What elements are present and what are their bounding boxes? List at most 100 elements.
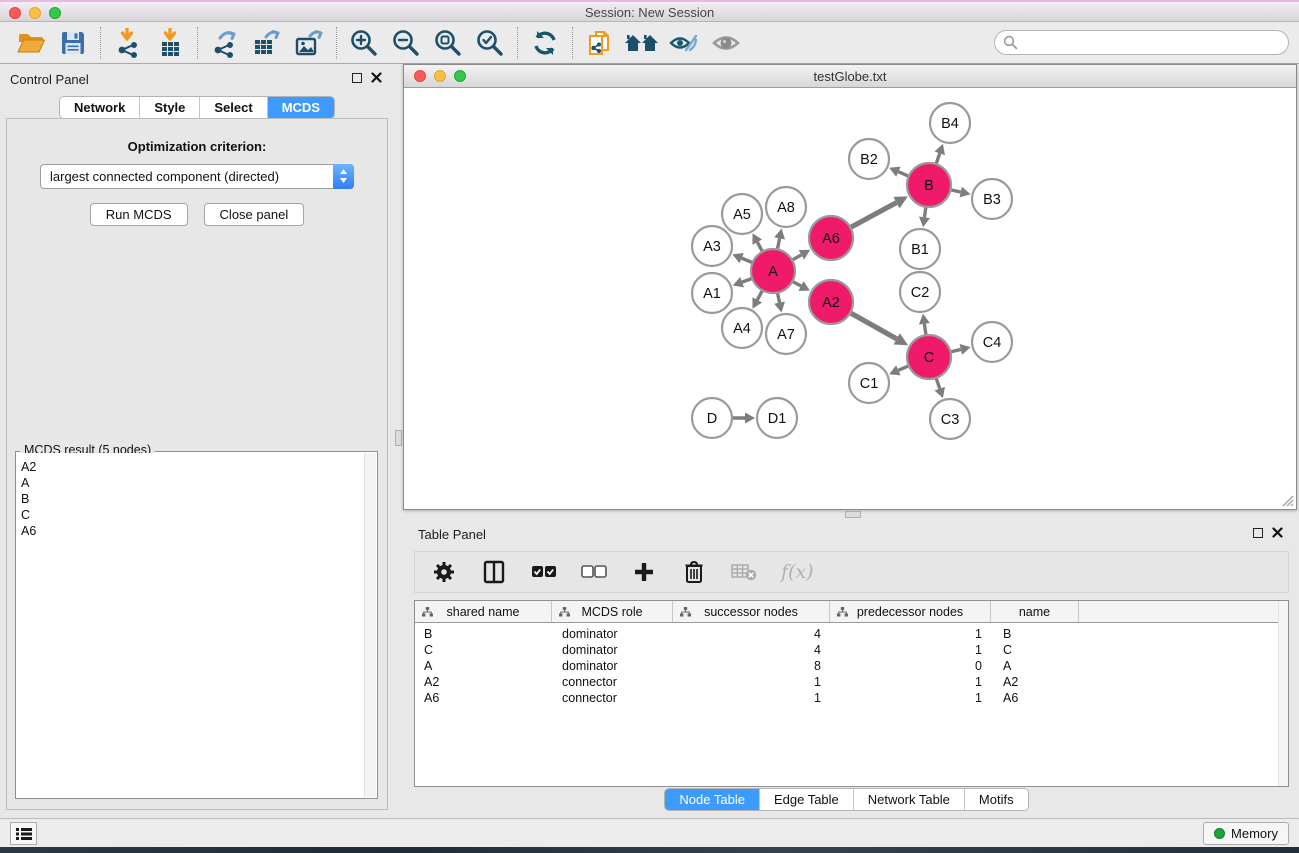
columns-icon — [483, 560, 505, 584]
add-column-button[interactable] — [631, 559, 657, 585]
result-item[interactable]: A2 — [21, 459, 364, 475]
export-table-icon — [252, 28, 282, 58]
float-panel-icon[interactable] — [1253, 528, 1263, 538]
table-tabs: Node Table Edge Table Network Table Moti… — [394, 788, 1299, 811]
attribute-icon — [680, 607, 691, 617]
table-cell: connector — [552, 691, 673, 705]
criterion-value: largest connected component (directed) — [41, 169, 333, 184]
toggle-columns-button[interactable] — [481, 559, 507, 585]
result-item[interactable]: A6 — [21, 523, 364, 539]
task-history-button[interactable] — [10, 822, 37, 845]
main-titlebar: Session: New Session — [0, 0, 1299, 22]
network-window-titlebar[interactable]: testGlobe.txt — [404, 65, 1296, 88]
zoom-out-button[interactable] — [385, 25, 427, 61]
resize-grip-icon[interactable] — [1280, 493, 1294, 507]
zoom-fit-button[interactable] — [427, 25, 469, 61]
table-row[interactable]: Bdominator41B — [415, 626, 1288, 642]
tab-network[interactable]: Network — [60, 97, 140, 118]
toolbar-separator — [100, 27, 101, 59]
result-item[interactable]: B — [21, 491, 364, 507]
toolbar-separator — [197, 27, 198, 59]
table-cell: A6 — [991, 691, 1079, 705]
graph-edge-arrow-icon — [745, 413, 755, 424]
export-image-button[interactable] — [288, 25, 330, 61]
status-bar: Memory — [0, 818, 1299, 847]
import-table-button[interactable] — [149, 25, 191, 61]
close-panel-button[interactable]: Close panel — [204, 203, 305, 226]
export-table-button[interactable] — [246, 25, 288, 61]
result-item[interactable]: A — [21, 475, 364, 491]
toolbar-separator — [336, 27, 337, 59]
tab-select[interactable]: Select — [200, 97, 267, 118]
hide-selected-button[interactable] — [663, 25, 705, 61]
column-header-predecessor-nodes[interactable]: predecessor nodes — [830, 601, 991, 622]
tab-network-table[interactable]: Network Table — [854, 789, 965, 810]
import-network-button[interactable] — [107, 25, 149, 61]
table-cell: 4 — [673, 627, 830, 641]
tab-node-table[interactable]: Node Table — [665, 789, 760, 810]
table-settings-button[interactable] — [431, 559, 457, 585]
save-icon — [60, 30, 86, 56]
attribute-icon — [422, 607, 433, 617]
main-area: Control Panel Network Style Select MCDS … — [0, 64, 1299, 818]
refresh-view-button[interactable] — [524, 25, 566, 61]
close-panel-icon[interactable] — [1272, 527, 1283, 538]
zoom-selected-button[interactable] — [469, 25, 511, 61]
graph-node-label: C2 — [911, 285, 930, 301]
close-panel-icon[interactable] — [371, 72, 382, 83]
clone-network-button[interactable] — [579, 25, 621, 61]
graph-edge-arrow-icon — [774, 302, 785, 313]
table-row[interactable]: Cdominator41C — [415, 642, 1288, 658]
eye-slash-icon — [668, 30, 700, 56]
table-scrollbar[interactable] — [1278, 601, 1288, 786]
column-header-shared-name[interactable]: shared name — [415, 601, 552, 622]
memory-status-icon — [1214, 828, 1225, 839]
float-panel-icon[interactable] — [352, 73, 362, 83]
select-all-button[interactable] — [531, 559, 557, 585]
table-row[interactable]: Adominator80A — [415, 658, 1288, 674]
column-header-successor-nodes[interactable]: successor nodes — [673, 601, 830, 622]
table-cell: 1 — [830, 691, 991, 705]
list-icon — [16, 827, 32, 841]
search-box[interactable] — [994, 30, 1289, 55]
tab-style[interactable]: Style — [140, 97, 200, 118]
control-panel-tabs: Network Style Select MCDS — [0, 96, 394, 119]
result-item[interactable]: C — [21, 507, 364, 523]
mcds-result-scrollbar[interactable] — [364, 453, 376, 797]
run-mcds-button[interactable]: Run MCDS — [90, 203, 188, 226]
network-graph[interactable]: B4B2BB3A5A8A6A3B1AA1C2A2A4A7C4CC1C3DD1 — [404, 88, 1296, 509]
export-network-button[interactable] — [204, 25, 246, 61]
delete-column-button[interactable] — [681, 559, 707, 585]
open-session-button[interactable] — [10, 25, 52, 61]
clone-network-icon — [585, 27, 615, 59]
optimization-criterion-label: Optimization criterion: — [7, 139, 387, 154]
column-header-mcds-role[interactable]: MCDS role — [552, 601, 673, 622]
mcds-result-list: A2ABCA6 — [17, 453, 364, 797]
function-builder-label[interactable]: f(x) — [781, 561, 814, 583]
column-header-name[interactable]: name — [991, 601, 1079, 622]
graph-node-label: C4 — [983, 335, 1002, 351]
tab-mcds[interactable]: MCDS — [268, 97, 334, 118]
first-neighbors-button[interactable] — [621, 25, 663, 61]
table-panel-header: Table Panel — [394, 519, 1299, 547]
save-session-button[interactable] — [52, 25, 94, 61]
table-cell: B — [415, 627, 552, 641]
panel-splitter-handle[interactable] — [845, 511, 861, 518]
table-toolbar: f(x) — [414, 551, 1289, 593]
graph-node-label: C — [924, 350, 934, 366]
zoom-in-button[interactable] — [343, 25, 385, 61]
show-all-button[interactable] — [705, 25, 747, 61]
table-row[interactable]: A2connector11A2 — [415, 674, 1288, 690]
memory-button[interactable]: Memory — [1203, 822, 1289, 845]
delete-table-button[interactable] — [731, 559, 757, 585]
criterion-dropdown[interactable]: largest connected component (directed) — [40, 164, 354, 189]
graph-node-label: A8 — [777, 200, 795, 216]
graph-node-label: A3 — [703, 239, 721, 255]
tab-motifs[interactable]: Motifs — [965, 789, 1028, 810]
search-input[interactable] — [1022, 33, 1288, 53]
panel-splitter-handle[interactable] — [395, 430, 402, 446]
deselect-all-button[interactable] — [581, 559, 607, 585]
table-cell: 4 — [673, 643, 830, 657]
tab-edge-table[interactable]: Edge Table — [760, 789, 854, 810]
table-row[interactable]: A6connector11A6 — [415, 690, 1288, 706]
